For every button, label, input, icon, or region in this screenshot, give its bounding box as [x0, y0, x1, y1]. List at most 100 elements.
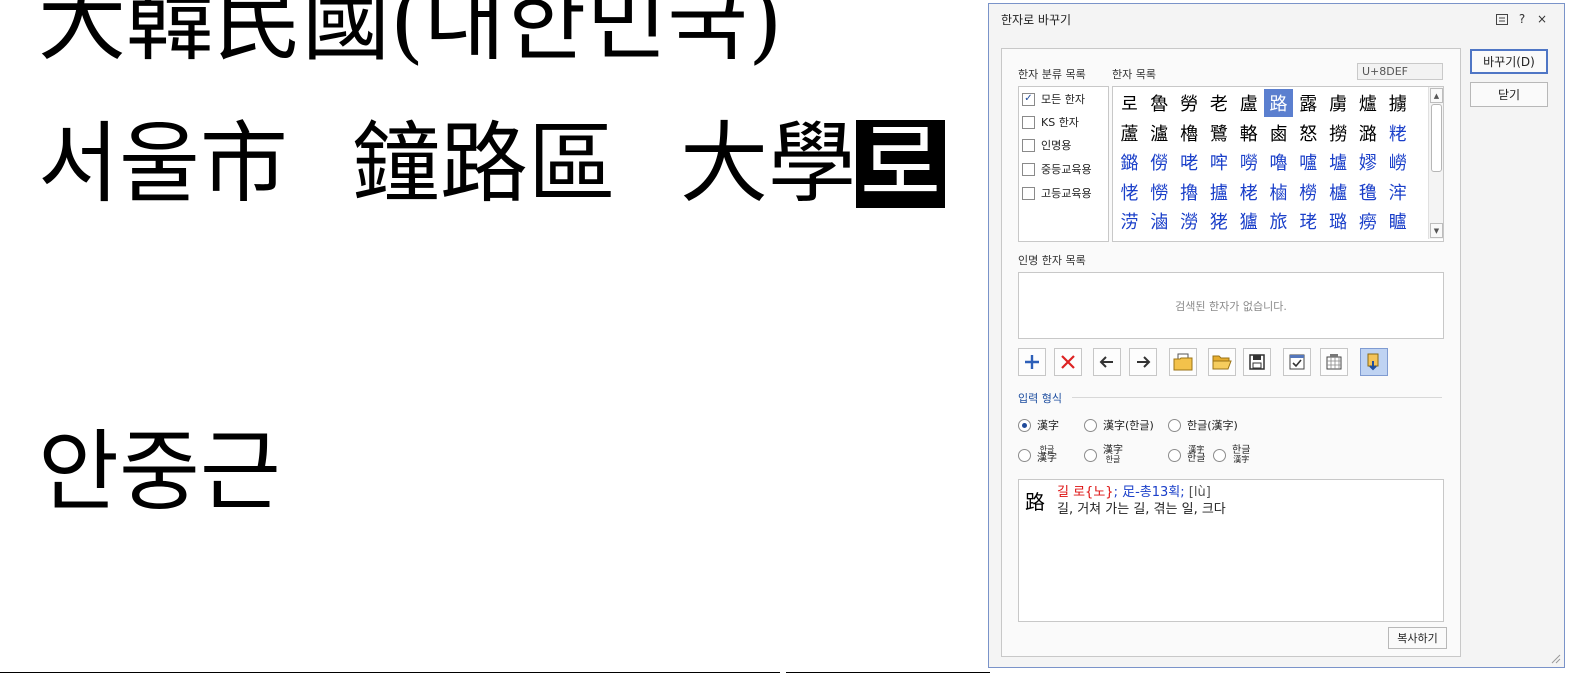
hanja-cell[interactable]: 粩 [1383, 119, 1412, 147]
hanja-cell[interactable]: 盧 [1234, 89, 1263, 117]
hanja-cell[interactable]: 嚧 [1294, 148, 1323, 176]
hanja-cell[interactable]: 爐 [1353, 89, 1382, 117]
close-button[interactable]: 닫기 [1470, 82, 1548, 107]
convert-button[interactable]: 바꾸기(D) [1470, 49, 1548, 74]
bookmark-down-icon[interactable] [1360, 348, 1388, 376]
hanja-cell[interactable]: 樐 [1264, 178, 1293, 206]
hanja-cell[interactable]: 旅 [1264, 207, 1293, 235]
folder-text-icon[interactable] [1169, 348, 1197, 376]
hanja-cell[interactable]: 로 [1115, 89, 1144, 117]
checklist-icon[interactable] [1283, 348, 1311, 376]
delete-icon[interactable] [1054, 348, 1082, 376]
document-canvas[interactable]: 大韓民國(대한민국) 서울市 鐘路區 大學로 안중근 [0, 0, 990, 685]
scroll-up-icon[interactable]: ▲ [1430, 88, 1443, 103]
hanja-cell[interactable]: 老 [1204, 89, 1233, 117]
hanja-cell[interactable]: 櫓 [1175, 119, 1204, 147]
hanja-cell[interactable]: 嚕 [1264, 148, 1293, 176]
category-name[interactable]: 인명용 [1022, 136, 1071, 154]
hanja-cell[interactable]: 憦 [1145, 178, 1174, 206]
hanja-cell[interactable]: 咾 [1175, 148, 1204, 176]
resize-grip-icon[interactable] [1551, 654, 1561, 664]
hanja-cell[interactable]: 獹 [1234, 207, 1263, 235]
hanja-cell[interactable]: 狫 [1204, 207, 1233, 235]
category-all[interactable]: ✓ 모든 한자 [1022, 90, 1085, 108]
hanja-cell[interactable]: 勞 [1175, 89, 1204, 117]
hanja-scrollbar[interactable]: ▲ ▼ [1428, 87, 1443, 239]
radio-icon[interactable] [1084, 448, 1097, 462]
add-icon[interactable] [1018, 348, 1046, 376]
hanja-cell[interactable]: 蘆 [1115, 119, 1144, 147]
hanja-cell[interactable]: 璐 [1324, 207, 1353, 235]
hanja-cell[interactable]: 輅 [1234, 119, 1263, 147]
radio-hanja[interactable]: 漢字 [1018, 417, 1059, 433]
checkbox-icon[interactable] [1022, 115, 1035, 129]
radio-ruby-hanja-top[interactable]: 漢字 한글 [1084, 446, 1123, 464]
checkbox-icon[interactable] [1022, 138, 1035, 152]
hanja-cell[interactable]: 澇 [1175, 207, 1204, 235]
hanja-cell[interactable]: 栳 [1234, 178, 1263, 206]
hanja-cell[interactable]: 擼 [1175, 178, 1204, 206]
hanja-cell[interactable]: 滷 [1145, 207, 1174, 235]
category-ks[interactable]: KS 한자 [1022, 113, 1079, 131]
radio-ruby-hangul-small-bottom[interactable]: 한글 漢字 [1213, 446, 1250, 464]
radio-ruby-hanja-small-top[interactable]: 漢字 한글 [1168, 446, 1205, 464]
hanja-cell[interactable]: 露 [1294, 89, 1323, 117]
arrow-left-icon[interactable] [1093, 348, 1121, 376]
hanja-cell[interactable]: 珯 [1294, 207, 1323, 235]
dialog-titlebar[interactable]: 한자로 바꾸기 ? × [989, 4, 1564, 34]
hanja-cell[interactable]: 涝 [1115, 207, 1144, 235]
help-icon[interactable]: ? [1513, 10, 1531, 28]
arrow-right-icon[interactable] [1129, 348, 1157, 376]
close-icon[interactable]: × [1533, 10, 1551, 28]
doc-text-seoul: 서울市 [38, 112, 288, 215]
radio-ruby-hangul-top[interactable]: 한글 漢字 [1018, 446, 1057, 464]
save-icon[interactable] [1243, 348, 1271, 376]
category-middle-school[interactable]: 중등교육용 [1022, 160, 1092, 178]
radio-icon[interactable] [1018, 448, 1031, 462]
hanja-cell[interactable]: 怒 [1294, 119, 1323, 147]
radio-icon[interactable] [1168, 448, 1181, 462]
checkbox-icon[interactable] [1022, 162, 1035, 176]
hanja-cell[interactable]: 僗 [1145, 148, 1174, 176]
hanja-cell[interactable]: 恅 [1115, 178, 1144, 206]
category-high-school[interactable]: 고등교육용 [1022, 184, 1092, 202]
radio-icon[interactable] [1168, 418, 1181, 432]
hanja-cell[interactable]: 櫨 [1324, 178, 1353, 206]
hanja-cell[interactable]: 壚 [1324, 148, 1353, 176]
hanja-cell[interactable]: 攎 [1204, 178, 1233, 206]
hanja-cell[interactable]: 嶗 [1383, 148, 1412, 176]
hanja-cell[interactable]: 氇 [1353, 178, 1382, 206]
category-list-label: 한자 분류 목록 [1018, 68, 1086, 81]
hanja-cell[interactable]: 鹵 [1264, 119, 1293, 147]
scroll-down-icon[interactable]: ▼ [1430, 223, 1443, 238]
radio-checked-icon[interactable] [1018, 418, 1031, 432]
checkbox-checked-icon[interactable]: ✓ [1022, 92, 1035, 106]
calendar-grid-icon[interactable] [1320, 348, 1348, 376]
hanja-cell[interactable]: 路 [1264, 89, 1293, 117]
hanja-cell[interactable]: 撈 [1324, 119, 1353, 147]
hanja-cell[interactable]: 橯 [1294, 178, 1323, 206]
hanja-cell[interactable]: 矑 [1383, 207, 1412, 235]
doc-selected-text[interactable]: 로 [855, 120, 945, 208]
hanja-cell[interactable]: 虜 [1324, 89, 1353, 117]
menu-icon[interactable] [1493, 10, 1511, 28]
hanja-cell[interactable]: 鏴 [1115, 148, 1144, 176]
radio-hangul-hanja[interactable]: 한글(漢字) [1168, 417, 1238, 433]
radio-icon[interactable] [1213, 448, 1226, 462]
checkbox-icon[interactable] [1022, 186, 1035, 200]
copy-button[interactable]: 복사하기 [1388, 627, 1447, 649]
hanja-cell[interactable]: 潞 [1353, 119, 1382, 147]
folder-open-icon[interactable] [1208, 348, 1236, 376]
hanja-cell[interactable]: 鷺 [1204, 119, 1233, 147]
radio-hanja-hangul[interactable]: 漢字(한글) [1084, 417, 1154, 433]
hanja-cell[interactable]: 嫪 [1353, 148, 1382, 176]
hanja-cell[interactable]: 擄 [1383, 89, 1412, 117]
scrollbar-thumb[interactable] [1431, 104, 1442, 172]
radio-icon[interactable] [1084, 418, 1097, 432]
hanja-cell[interactable]: 魯 [1145, 89, 1174, 117]
hanja-cell[interactable]: 哰 [1204, 148, 1233, 176]
hanja-cell[interactable]: 癆 [1353, 207, 1382, 235]
hanja-cell[interactable]: 浶 [1383, 178, 1412, 206]
hanja-cell[interactable]: 嘮 [1234, 148, 1263, 176]
hanja-cell[interactable]: 瀘 [1145, 119, 1174, 147]
